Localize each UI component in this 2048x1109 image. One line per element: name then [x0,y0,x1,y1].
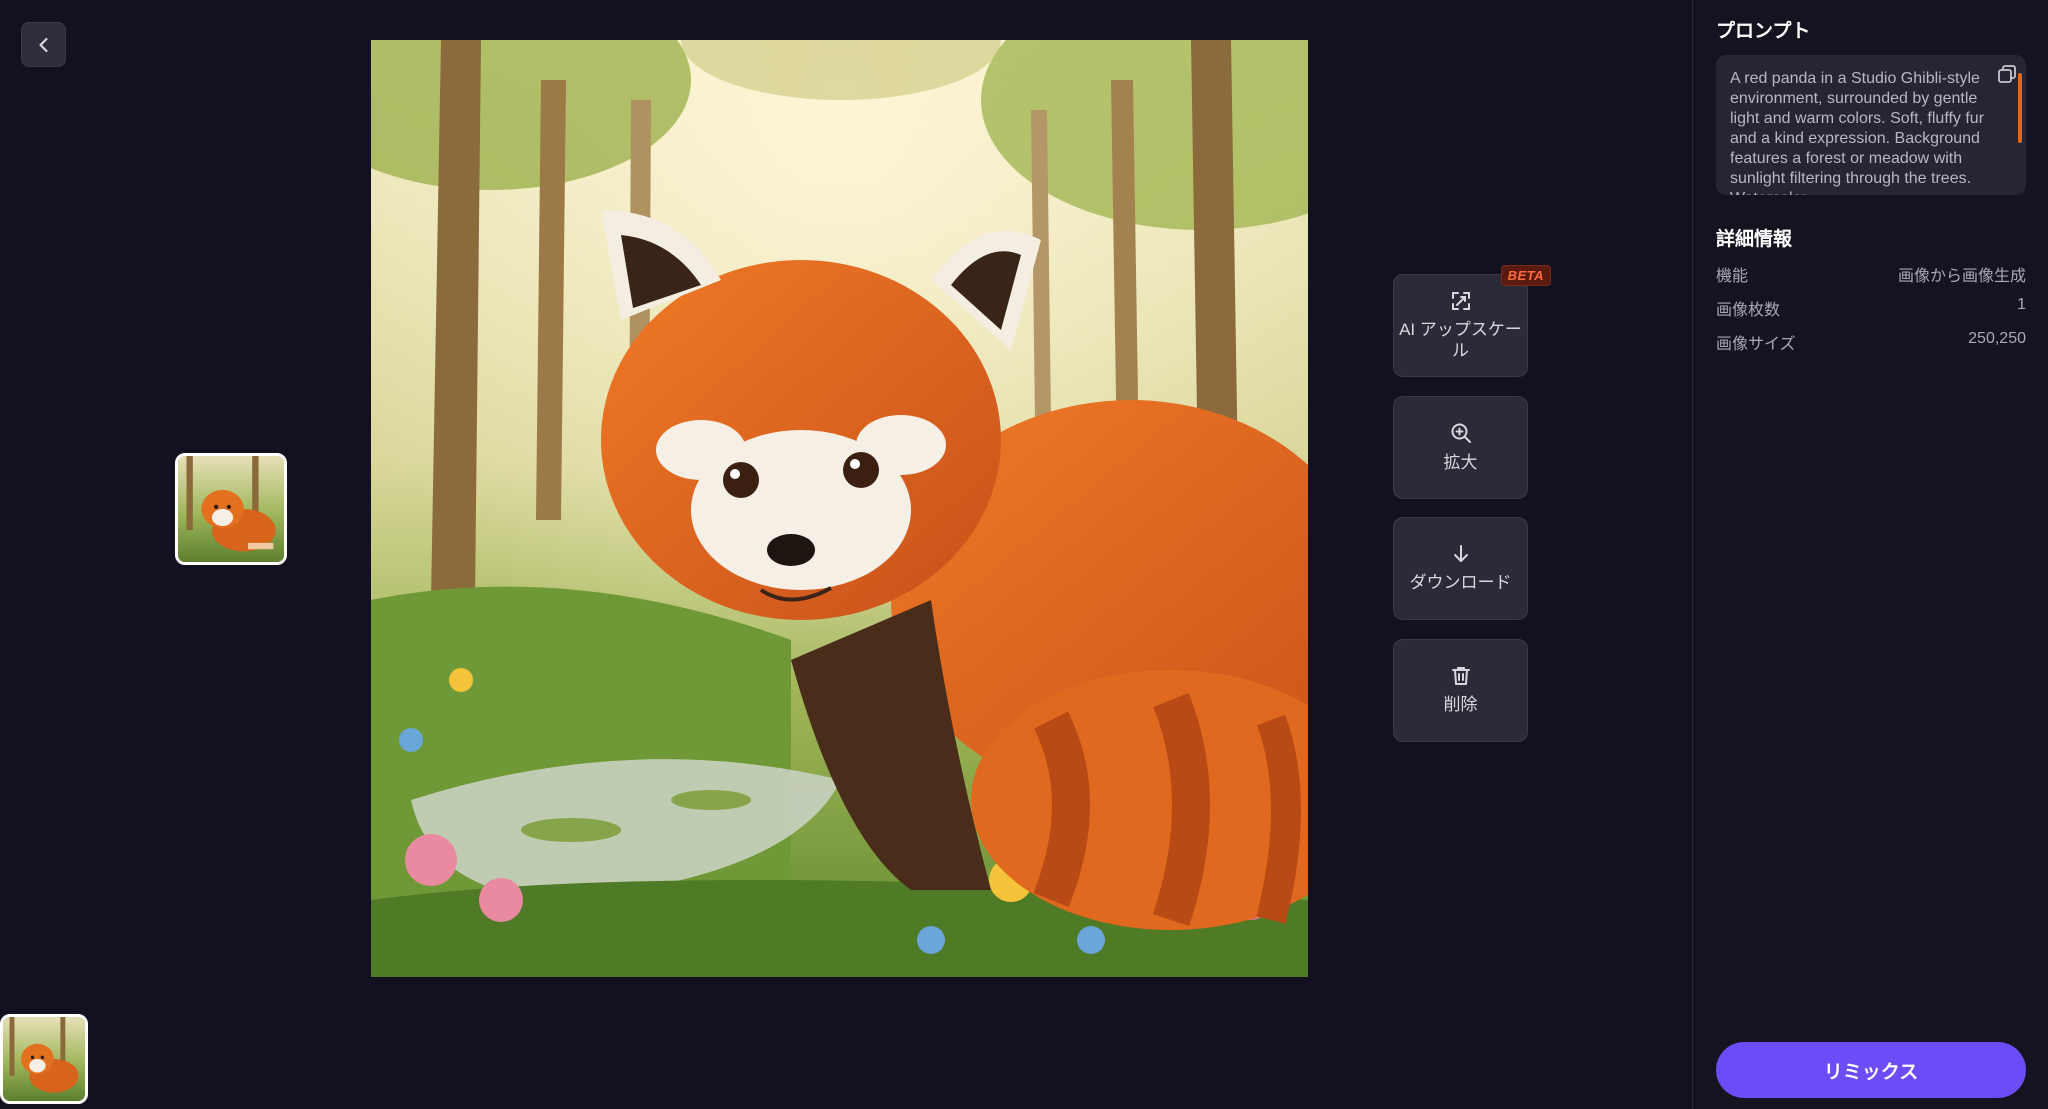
detail-value: 250,250 [1968,330,2026,347]
download-button[interactable]: ダウンロード [1393,517,1528,620]
detail-value: 1 [2017,296,2026,313]
red-panda-thumbnail-image [178,456,284,562]
remix-button[interactable]: リミックス [1716,1042,2026,1098]
delete-label: 削除 [1443,695,1478,715]
prompt-heading: プロンプト [1716,21,1811,42]
prompt-scrollbar[interactable] [2018,73,2022,143]
ai-upscale-label: AI アップスケール [1399,320,1522,360]
trash-icon [1451,667,1470,686]
detail-key: 画像サイズ [1716,336,1796,353]
image-viewer: BETA AI アップスケール 拡大 ダウンロード 削除 プロンプト A red… [0,0,2048,1109]
detail-key: 画像枚数 [1716,302,1781,319]
back-button[interactable] [21,22,66,67]
details-panel: プロンプト A red panda in a Studio Ghibli-sty… [1692,0,2048,1109]
red-panda-watercolor-image [371,40,1308,977]
zoom-label: 拡大 [1443,453,1478,473]
detail-row-image-count: 画像枚数 1 [1716,296,2026,320]
image-thumbnail[interactable] [0,1014,88,1104]
chevron-left-icon [38,37,48,52]
ai-upscale-button[interactable]: BETA AI アップスケール [1393,265,1551,377]
delete-button[interactable]: 削除 [1393,639,1528,742]
details-heading: 詳細情報 [1716,229,1793,250]
image-thumbnail-selected[interactable] [175,453,287,565]
zoom-in-icon [1451,423,1471,444]
detail-key: 機能 [1716,268,1749,285]
upscale-icon [1451,292,1470,311]
download-label: ダウンロード [1409,573,1512,593]
zoom-button[interactable]: 拡大 [1393,396,1528,499]
copy-prompt-button[interactable] [1996,63,2018,85]
detail-row-function: 機能 画像から画像生成 [1716,262,2026,286]
generated-image [371,40,1308,977]
prompt-box[interactable]: A red panda in a Studio Ghibli-style env… [1716,55,2026,195]
detail-value: 画像から画像生成 [1897,268,2026,285]
prompt-text: A red panda in a Studio Ghibli-style env… [1730,70,1985,195]
red-panda-thumbnail-image [3,1017,85,1101]
detail-row-image-size: 画像サイズ 250,250 [1716,330,2026,354]
download-arrow-icon [1453,545,1468,563]
copy-icon [1998,65,2016,83]
beta-badge: BETA [1500,265,1551,286]
